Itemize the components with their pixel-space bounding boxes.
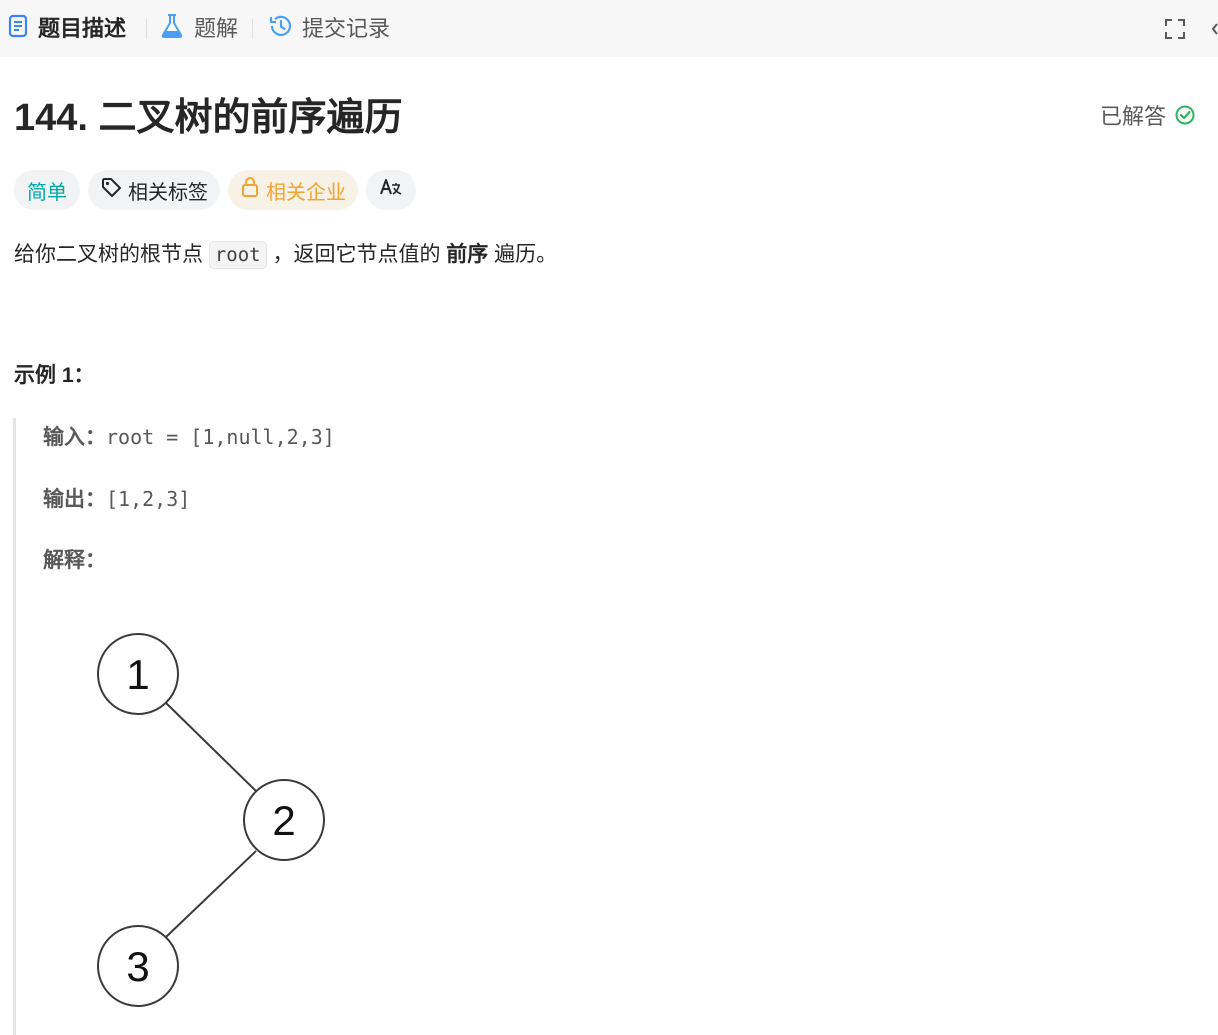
example-block-border [13,418,16,1035]
problem-description: 给你二叉树的根节点 root ，返回它节点值的 前序 遍历。 [14,238,557,272]
example-explanation: 解释： [43,546,106,576]
description-text: 给你二叉树的根节点 [14,243,209,266]
history-icon [268,13,294,44]
flask-icon [160,13,184,44]
explanation-label: 解释： [43,549,106,572]
tree-node: 1 [97,633,179,715]
companies-tag-label: 相关企业 [266,181,346,204]
example-input: 输入：root = [1,null,2,3] [43,422,335,453]
input-label: 输入： [43,426,106,449]
collapse-arrow-icon[interactable] [1210,18,1218,40]
check-circle-icon [1166,104,1196,131]
difficulty-badge[interactable]: 简单 [14,170,80,210]
output-value: [1,2,3] [106,487,191,511]
language-toggle-button[interactable] [366,170,416,210]
tab-divider [146,19,147,39]
companies-tag-button[interactable]: 相关企业 [228,170,358,210]
tag-list: 简单 相关标签 相关企业 [14,170,416,210]
example-output: 输出：[1,2,3] [43,484,190,515]
tab-submissions[interactable]: 提交记录 [268,0,390,57]
translate-icon [379,176,403,204]
tree-edge [165,702,257,792]
solved-status: 已解答 [1100,102,1196,132]
problem-title: 144. 二叉树的前序遍历 [14,97,403,139]
topics-tag-button[interactable]: 相关标签 [88,170,220,210]
example-title: 示例 1： [14,364,95,387]
tree-node: 2 [243,779,325,861]
description-text: 遍历。 [488,243,558,266]
inline-code: root [208,241,267,269]
tab-divider [252,19,253,39]
tab-bar: 题目描述 题解 提交记录 [0,0,1218,57]
tree-node-label: 3 [126,943,149,990]
fullscreen-icon[interactable] [1162,16,1188,42]
tab-solutions[interactable]: 题解 [160,0,238,57]
tree-node-label: 2 [272,797,295,844]
tab-submissions-label: 提交记录 [302,16,391,41]
description-emphasis: 前序 [446,243,489,266]
tab-description-label: 题目描述 [38,16,127,41]
description-text: ，返回它节点值的 [266,243,447,266]
lock-icon [240,176,266,204]
tab-description[interactable]: 题目描述 [8,0,126,57]
tab-solutions-label: 题解 [194,16,239,41]
tree-node-label: 1 [126,651,149,698]
topics-tag-label: 相关标签 [128,181,208,204]
tree-edge [165,850,257,938]
binary-tree-diagram: 1 2 3 [97,633,325,1007]
tree-node: 3 [97,925,179,1007]
input-value: root = [1,null,2,3] [106,425,335,449]
document-icon [8,14,28,43]
output-label: 输出： [43,488,106,511]
tag-icon [100,176,128,204]
solved-status-label: 已解答 [1100,104,1167,129]
